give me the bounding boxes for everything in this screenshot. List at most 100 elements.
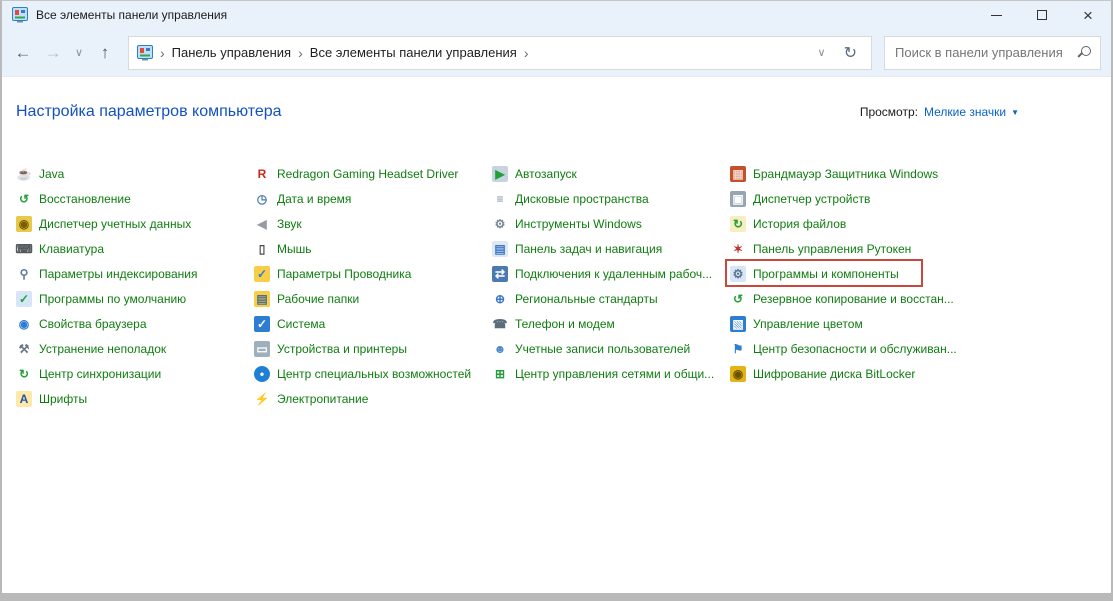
- item-label: Свойства браузера: [39, 317, 147, 331]
- item-label: Звук: [277, 217, 302, 231]
- maximize-button[interactable]: [1019, 1, 1065, 29]
- system-icon: ✓: [254, 316, 270, 332]
- items-column: ▦ Брандмауэр Защитника Windows ▣Диспетчер …: [730, 161, 968, 411]
- control-panel-item[interactable]: ⌨Клавиатура: [16, 236, 254, 261]
- backup-restore-icon: ↺: [730, 291, 746, 307]
- item-label: Брандмауэр Защитника Windows: [753, 167, 938, 181]
- control-panel-item[interactable]: ▶Автозапуск: [492, 161, 730, 186]
- control-panel-icon: [137, 45, 153, 61]
- control-panel-item[interactable]: ▯Мышь: [254, 236, 492, 261]
- control-panel-item[interactable]: ▦ Брандмауэр Защитника Windows: [730, 161, 968, 186]
- phone-modem-icon: ☎: [492, 316, 508, 332]
- redragon-icon: R: [254, 166, 270, 182]
- control-panel-item[interactable]: ⚑Центр безопасности и обслуживан...: [730, 336, 968, 361]
- control-panel-item[interactable]: ▧Управление цветом: [730, 311, 968, 336]
- control-panel-item[interactable]: ⇄Подключения к удаленным рабоч...: [492, 261, 730, 286]
- control-panel-item[interactable]: ✶ Панель управления Рутокен: [730, 236, 968, 261]
- network-center-icon: ⊞: [492, 366, 508, 382]
- work-folders-icon: ▤: [254, 291, 270, 307]
- item-label: Восстановление: [39, 192, 131, 206]
- control-panel-item[interactable]: ◉ Шифрование диска BitLocker: [730, 361, 968, 386]
- control-panel-item[interactable]: ⚒Устранение неполадок: [16, 336, 254, 361]
- sync-center-icon: ↻: [16, 366, 32, 382]
- control-panel-item[interactable]: ▣Диспетчер устройств: [730, 186, 968, 211]
- control-panel-item[interactable]: ⚲ Параметры индексирования: [16, 261, 254, 286]
- view-dropdown[interactable]: Мелкие значки ▼: [924, 105, 1019, 119]
- address-dropdown-button[interactable]: ∨: [806, 46, 838, 59]
- storage-spaces-icon: ≡: [492, 191, 508, 207]
- control-panel-item[interactable]: ▤Рабочие папки: [254, 286, 492, 311]
- indexing-options-icon: ⚲: [16, 266, 32, 282]
- item-label: Резервное копирование и восстан...: [753, 292, 954, 306]
- back-button[interactable]: ←: [8, 38, 38, 68]
- control-panel-item[interactable]: ⚙Инструменты Windows: [492, 211, 730, 236]
- control-panel-item[interactable]: ↻Центр синхронизации: [16, 361, 254, 386]
- rutoken-icon: ✶: [730, 241, 746, 257]
- control-panel-item[interactable]: ⊞ Центр управления сетями и общи...: [492, 361, 730, 386]
- view-control: Просмотр: Мелкие значки ▼: [860, 105, 1019, 119]
- control-panel-item[interactable]: ✓Параметры Проводника: [254, 261, 492, 286]
- address-bar[interactable]: › Панель управления › Все элементы панел…: [128, 36, 872, 70]
- refresh-button[interactable]: ↻: [838, 43, 863, 63]
- item-label: Шифрование диска BitLocker: [753, 367, 915, 381]
- page-title: Настройка параметров компьютера: [16, 103, 282, 121]
- item-label: Параметры индексирования: [39, 267, 197, 281]
- control-panel-item[interactable]: ✓Система: [254, 311, 492, 336]
- item-label: Программы и компоненты: [753, 267, 899, 281]
- item-label: Устройства и принтеры: [277, 342, 407, 356]
- close-button[interactable]: ×: [1065, 1, 1111, 29]
- control-panel-item[interactable]: ≡Дисковые пространства: [492, 186, 730, 211]
- internet-options-icon: ◉: [16, 316, 32, 332]
- item-label: Центр управления сетями и общи...: [515, 367, 714, 381]
- bitlocker-icon: ◉: [730, 366, 746, 382]
- control-panel-item[interactable]: AШрифты: [16, 386, 254, 411]
- java-icon: ☕: [16, 166, 32, 182]
- breadcrumb-all-items[interactable]: Все элементы панели управления: [310, 45, 517, 60]
- control-panel-window: Все элементы панели управления × ← → ∨ ↑…: [0, 0, 1113, 601]
- item-label: Электропитание: [277, 392, 368, 406]
- devices-printers-icon: ▭: [254, 341, 270, 357]
- caret-down-icon: ▼: [1011, 108, 1019, 117]
- date-time-icon: ◷: [254, 191, 270, 207]
- control-panel-item[interactable]: ☎ Телефон и модем: [492, 311, 730, 336]
- items-grid: ☕Java↺Восстановление◉Диспетчер учетных д…: [16, 161, 1111, 411]
- control-panel-item[interactable]: ☕Java: [16, 161, 254, 186]
- control-panel-icon: [12, 7, 28, 23]
- control-panel-item[interactable]: •Центр специальных возможностей: [254, 361, 492, 386]
- control-panel-item[interactable]: ⚡Электропитание: [254, 386, 492, 411]
- up-button[interactable]: ↑: [90, 38, 120, 68]
- control-panel-item[interactable]: ↻История файлов: [730, 211, 968, 236]
- item-label: Панель управления Рутокен: [753, 242, 911, 256]
- search-box[interactable]: [884, 36, 1101, 70]
- user-accounts-icon: ☻: [492, 341, 508, 357]
- control-panel-item[interactable]: ↺ Резервное копирование и восстан...: [730, 286, 968, 311]
- control-panel-item[interactable]: ☻ Учетные записи пользователей: [492, 336, 730, 361]
- control-panel-item[interactable]: ⊕Региональные стандарты: [492, 286, 730, 311]
- control-panel-item[interactable]: ↺Восстановление: [16, 186, 254, 211]
- recent-locations-button[interactable]: ∨: [68, 38, 90, 68]
- control-panel-item[interactable]: ▭ Устройства и принтеры: [254, 336, 492, 361]
- window-title: Все элементы панели управления: [36, 8, 973, 22]
- control-panel-item[interactable]: ✓Программы по умолчанию: [16, 286, 254, 311]
- control-panel-item[interactable]: ◉ Свойства браузера: [16, 311, 254, 336]
- item-label: Телефон и модем: [515, 317, 615, 331]
- maximize-icon: [1037, 10, 1047, 20]
- breadcrumb-chevron-icon: ›: [291, 45, 310, 61]
- item-label: Учетные записи пользователей: [515, 342, 690, 356]
- control-panel-item[interactable]: ◷Дата и время: [254, 186, 492, 211]
- items-column: RRedragon Gaming Headset Driver◷Дата и в…: [254, 161, 492, 411]
- item-label: История файлов: [753, 217, 846, 231]
- remote-desktop-icon: ⇄: [492, 266, 508, 282]
- control-panel-item[interactable]: ⚙Программы и компоненты: [730, 261, 968, 286]
- control-panel-item[interactable]: RRedragon Gaming Headset Driver: [254, 161, 492, 186]
- forward-button[interactable]: →: [38, 38, 68, 68]
- control-panel-item[interactable]: ▤Панель задач и навигация: [492, 236, 730, 261]
- chevron-down-icon: ∨: [75, 46, 83, 59]
- search-input[interactable]: [895, 45, 1077, 60]
- firewall-icon: ▦: [730, 166, 746, 182]
- search-icon[interactable]: [1077, 45, 1092, 60]
- control-panel-item[interactable]: ◀Звук: [254, 211, 492, 236]
- minimize-button[interactable]: [973, 1, 1019, 29]
- breadcrumb-control-panel[interactable]: Панель управления: [172, 45, 291, 60]
- control-panel-item[interactable]: ◉Диспетчер учетных данных: [16, 211, 254, 236]
